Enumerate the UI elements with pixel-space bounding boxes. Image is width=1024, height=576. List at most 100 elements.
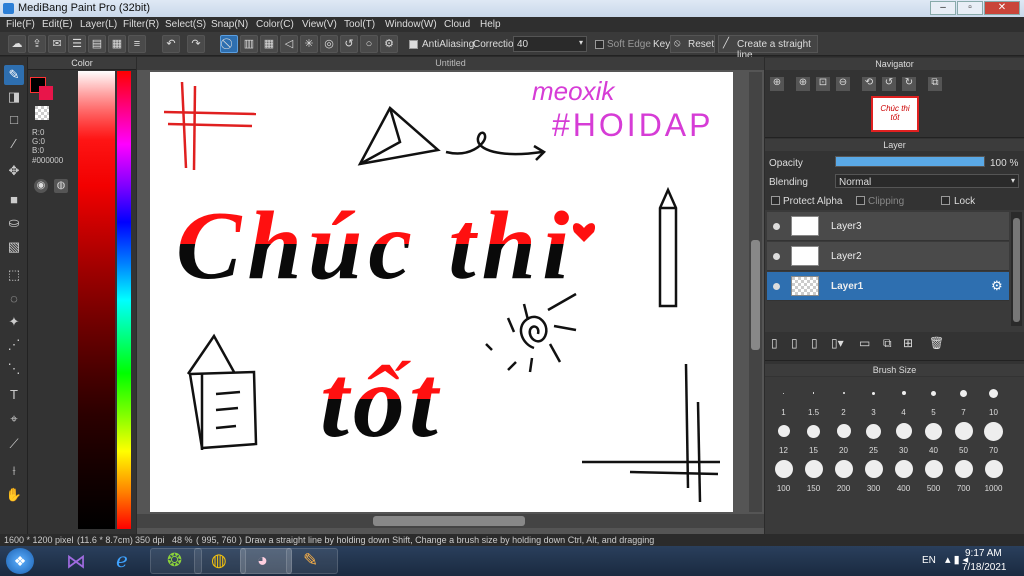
- lasso-tool-icon[interactable]: ◌: [4, 289, 24, 309]
- menu-snap[interactable]: Snap(N): [211, 19, 248, 30]
- comment-icon[interactable]: ✉: [48, 35, 66, 53]
- list-icon[interactable]: ≡: [128, 35, 146, 53]
- eye-icon[interactable]: [773, 223, 780, 230]
- clock-time[interactable]: 9:17 AM: [965, 548, 1002, 559]
- magic-wand-icon[interactable]: ✦: [4, 312, 24, 332]
- grid-icon[interactable]: ▦: [108, 35, 126, 53]
- palette-icon[interactable]: ◉: [34, 179, 48, 193]
- brush-size-5[interactable]: 5: [919, 379, 948, 417]
- brush-size-15[interactable]: 15: [799, 417, 828, 455]
- brush-size-1.5[interactable]: 1.5: [799, 379, 828, 417]
- paint-icon[interactable]: ✎: [286, 548, 338, 574]
- brush-size-20[interactable]: 20: [829, 417, 858, 455]
- transparent-color-swatch[interactable]: [35, 106, 49, 120]
- zoom-out-icon[interactable]: ⊖: [836, 77, 850, 91]
- zoom-plus-icon[interactable]: ⊕: [796, 77, 810, 91]
- parallel-snap-icon[interactable]: ▥: [240, 35, 258, 53]
- duplicate-icon[interactable]: ⧉: [883, 336, 892, 351]
- brush-size-150[interactable]: 150: [799, 455, 828, 493]
- maximize-button[interactable]: ▫: [957, 1, 983, 15]
- menu-window[interactable]: Window(W): [385, 19, 437, 30]
- menu-help[interactable]: Help: [480, 19, 501, 30]
- brush-size-50[interactable]: 50: [949, 417, 978, 455]
- visual-studio-icon[interactable]: ⋈: [52, 548, 104, 574]
- clock-date[interactable]: 7/18/2021: [962, 562, 1007, 573]
- antialiasing-checkbox[interactable]: [409, 40, 418, 49]
- move-tool-icon[interactable]: ✥: [4, 161, 24, 181]
- menu-color[interactable]: Color(C): [256, 19, 294, 30]
- brush-size-10[interactable]: 10: [979, 379, 1008, 417]
- new-layer-8bit-icon[interactable]: ▯: [791, 336, 798, 350]
- rect-tool-icon[interactable]: □: [4, 110, 24, 130]
- medibang-icon[interactable]: ◕: [240, 548, 292, 574]
- vertical-scrollbar[interactable]: [749, 72, 762, 512]
- menu-view[interactable]: View(V): [302, 19, 337, 30]
- layer-row-layer2[interactable]: Layer2: [767, 242, 1009, 271]
- eraser-tool-icon[interactable]: ◨: [4, 87, 24, 107]
- saturation-value-picker[interactable]: [78, 71, 115, 529]
- merge-icon[interactable]: ⊞: [903, 336, 913, 350]
- brush-size-700[interactable]: 700: [949, 455, 978, 493]
- curve-snap-icon[interactable]: ↺: [340, 35, 358, 53]
- brush-size-30[interactable]: 30: [889, 417, 918, 455]
- fill-shape-tool-icon[interactable]: ■: [4, 190, 24, 210]
- page-icon[interactable]: ▤: [88, 35, 106, 53]
- flip-icon[interactable]: ⧉: [928, 77, 942, 91]
- brush-size-2[interactable]: 2: [829, 379, 858, 417]
- opacity-slider[interactable]: [835, 156, 985, 167]
- zoom-in-icon[interactable]: ⊕: [770, 77, 784, 91]
- language-indicator[interactable]: EN: [922, 555, 936, 566]
- chrome-icon[interactable]: ◍: [194, 548, 246, 574]
- palette-settings-icon[interactable]: ◍: [54, 179, 68, 193]
- circle-snap-icon[interactable]: ○: [360, 35, 378, 53]
- brush-tool-icon[interactable]: ✎: [4, 65, 24, 85]
- new-layer-icon[interactable]: ▯: [771, 336, 778, 350]
- eyedropper-icon[interactable]: ⟊: [4, 461, 24, 481]
- menu-layer[interactable]: Layer(L): [80, 19, 117, 30]
- redo-icon[interactable]: ↷: [187, 35, 205, 53]
- brush-size-1[interactable]: 1: [769, 379, 798, 417]
- new-layer-1bit-icon[interactable]: ▯: [811, 336, 818, 350]
- correction-select[interactable]: 40 ▾: [513, 36, 587, 52]
- brush-size-4[interactable]: 4: [889, 379, 918, 417]
- hue-slider[interactable]: [117, 71, 131, 529]
- layer-scrollbar[interactable]: [1011, 212, 1022, 326]
- brush-size-1000[interactable]: 1000: [979, 455, 1008, 493]
- start-button[interactable]: ❖: [6, 548, 34, 574]
- hand-tool-icon[interactable]: ✋: [4, 485, 24, 505]
- settings-icon[interactable]: ⚙: [380, 35, 398, 53]
- select-eraser-icon[interactable]: ⋱: [4, 359, 24, 379]
- brush-size-40[interactable]: 40: [919, 417, 948, 455]
- blending-select[interactable]: Normal ▾: [835, 174, 1019, 188]
- lock-checkbox[interactable]: [941, 196, 950, 205]
- vanish-snap-icon[interactable]: ◁: [280, 35, 298, 53]
- brush-size-25[interactable]: 25: [859, 417, 888, 455]
- new-halftone-icon[interactable]: ▯▾: [831, 336, 844, 350]
- select-tool-icon[interactable]: ⬚: [4, 265, 24, 285]
- trash-icon[interactable]: 🗑: [929, 336, 944, 350]
- create-straight-line-button[interactable]: ╱ Create a straight line: [718, 35, 818, 61]
- fit-icon[interactable]: ⊡: [816, 77, 830, 91]
- navigator-preview[interactable]: Chúc thi tốt: [871, 96, 919, 132]
- menu-filter[interactable]: Filter(R): [123, 19, 159, 30]
- eye-icon[interactable]: [773, 253, 780, 260]
- brush-size-3[interactable]: 3: [859, 379, 888, 417]
- layer-row-layer3[interactable]: Layer3: [767, 212, 1009, 241]
- menu-file[interactable]: File(F): [6, 19, 35, 30]
- grid-snap-icon[interactable]: ▦: [260, 35, 278, 53]
- eye-icon[interactable]: [773, 283, 780, 290]
- gradient-tool-icon[interactable]: ▧: [4, 237, 24, 257]
- text-tool-icon[interactable]: T: [4, 385, 24, 405]
- brush-size-200[interactable]: 200: [829, 455, 858, 493]
- brush-size-7[interactable]: 7: [949, 379, 978, 417]
- radial-snap-icon[interactable]: ✳: [300, 35, 318, 53]
- rotate-left-icon[interactable]: ↺: [882, 77, 896, 91]
- menu-select[interactable]: Select(S): [165, 19, 206, 30]
- concentric-snap-icon[interactable]: ◎: [320, 35, 338, 53]
- brush-size-300[interactable]: 300: [859, 455, 888, 493]
- brush-size-400[interactable]: 400: [889, 455, 918, 493]
- reset-button[interactable]: ⦸ Reset: [670, 35, 715, 53]
- bucket-tool-icon[interactable]: ⛀: [4, 213, 24, 233]
- divide-tool-icon[interactable]: ⟋: [4, 434, 24, 454]
- drawing-canvas[interactable]: meoxik #HOIDAP Chúc thi tốt: [150, 72, 733, 512]
